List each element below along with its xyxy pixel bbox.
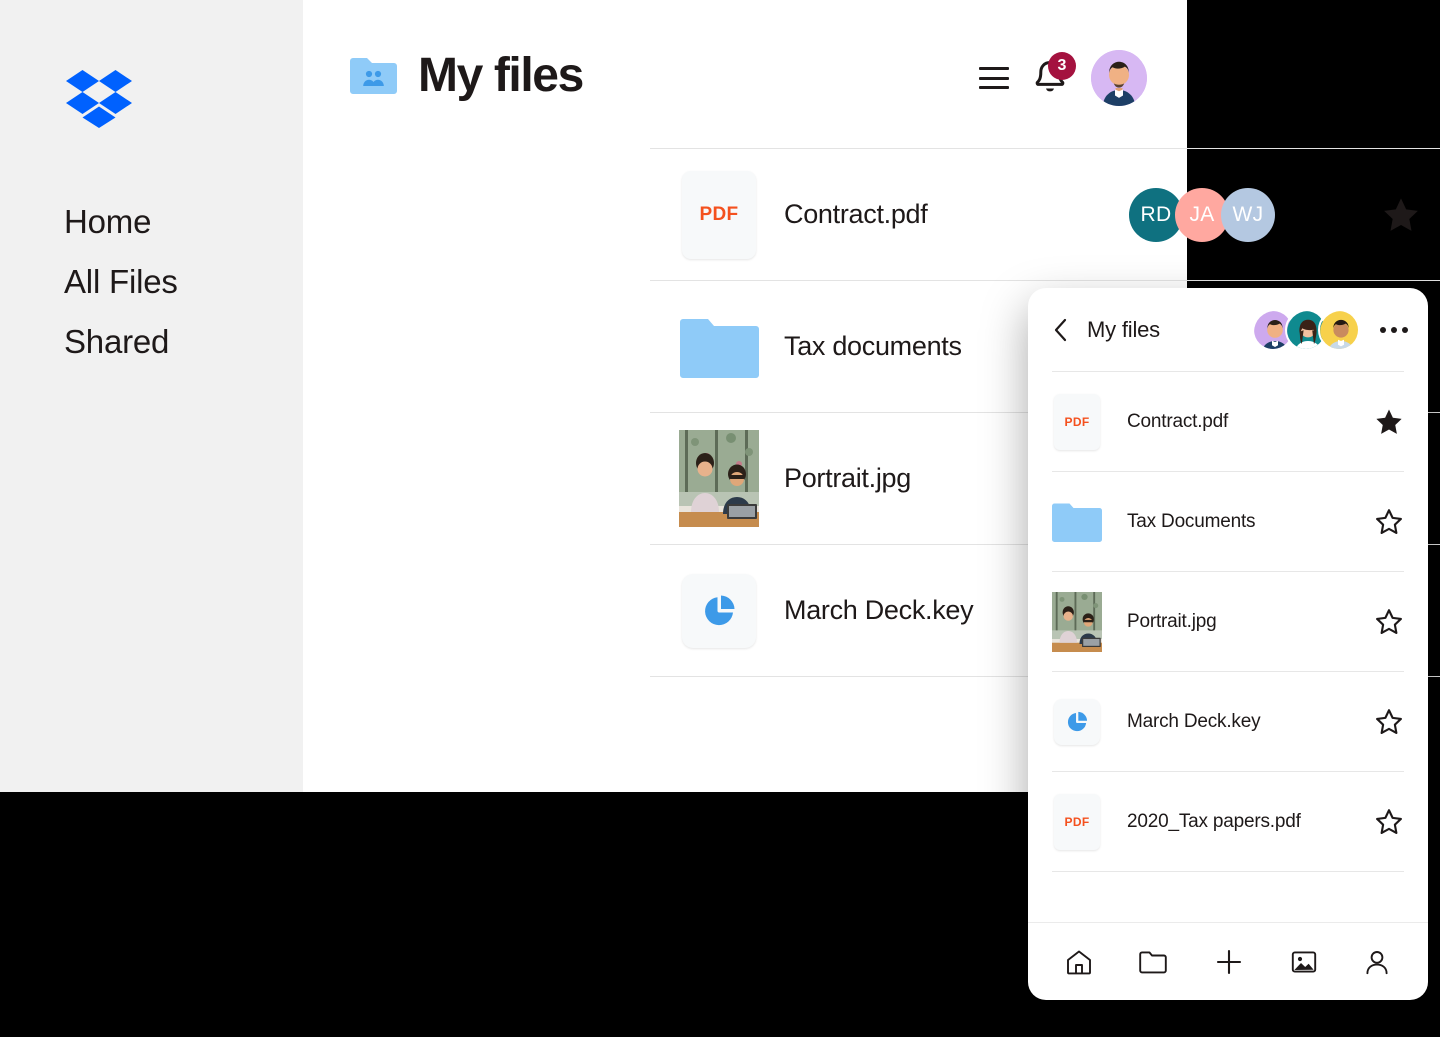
- keynote-file-icon: [682, 574, 756, 648]
- folder-icon: [1052, 502, 1102, 542]
- list-item[interactable]: March Deck.key: [1052, 671, 1404, 771]
- list-item[interactable]: Tax Documents: [1052, 471, 1404, 571]
- file-icon-slot: [679, 574, 759, 648]
- file-icon-slot: PDF: [679, 171, 759, 259]
- sidebar-item-home[interactable]: Home: [64, 192, 178, 252]
- more-options-icon[interactable]: [1380, 327, 1408, 333]
- image-thumbnail-icon: [1052, 592, 1102, 652]
- star-outline-icon[interactable]: [1374, 507, 1404, 537]
- pdf-label: PDF: [1065, 415, 1090, 429]
- file-icon-slot: [1052, 699, 1102, 745]
- list-item[interactable]: PDF Contract.pdf: [1052, 371, 1404, 471]
- keynote-file-icon: [1054, 699, 1100, 745]
- file-name: Tax Documents: [1127, 511, 1255, 533]
- pdf-file-icon: PDF: [1054, 794, 1100, 850]
- file-name: March Deck.key: [784, 595, 973, 626]
- screenshot-stage: Home All Files Shared My files: [0, 0, 1440, 1037]
- shared-folder-icon: [350, 56, 397, 94]
- sidebar: Home All Files Shared: [0, 0, 303, 792]
- avatar[interactable]: [1091, 50, 1147, 106]
- dropbox-logo-icon[interactable]: [66, 70, 132, 128]
- star-outline-icon[interactable]: [1374, 807, 1404, 837]
- file-icon-slot: [679, 316, 759, 378]
- page-header: My files 3: [350, 44, 1147, 106]
- notification-bell-icon[interactable]: 3: [1033, 60, 1067, 96]
- account-icon[interactable]: [1364, 949, 1390, 975]
- file-icon-slot: PDF: [1052, 794, 1102, 850]
- mobile-collaborator-avatars[interactable]: [1252, 309, 1360, 351]
- collaborator-avatar[interactable]: WJ: [1221, 188, 1275, 242]
- file-name: Tax documents: [784, 331, 962, 362]
- mobile-bottom-nav: [1028, 922, 1428, 1000]
- chevron-left-icon[interactable]: [1054, 318, 1068, 342]
- sidebar-item-all-files[interactable]: All Files: [64, 252, 178, 312]
- file-name: 2020_Tax papers.pdf: [1127, 811, 1301, 833]
- file-name: Portrait.jpg: [1127, 611, 1216, 633]
- notification-badge: 3: [1048, 52, 1076, 80]
- header-actions: 3: [979, 50, 1147, 106]
- pdf-label: PDF: [1065, 815, 1090, 829]
- hamburger-menu-icon[interactable]: [979, 67, 1009, 89]
- file-icon-slot: PDF: [1052, 394, 1102, 450]
- file-icon-slot: [679, 430, 759, 527]
- list-item[interactable]: Portrait.jpg: [1052, 571, 1404, 671]
- mobile-file-list: PDF Contract.pdf Tax Documents: [1028, 371, 1428, 922]
- mobile-app-card: My files: [1028, 288, 1428, 1000]
- image-thumbnail-icon: [679, 430, 759, 527]
- pdf-label: PDF: [700, 204, 739, 226]
- home-icon[interactable]: [1066, 949, 1092, 975]
- folder-icon: [680, 316, 759, 378]
- file-name: March Deck.key: [1127, 711, 1260, 733]
- desktop-app-window: Home All Files Shared My files: [0, 0, 1187, 792]
- file-icon-slot: [1052, 592, 1102, 652]
- file-name: Contract.pdf: [1127, 411, 1228, 433]
- list-item[interactable]: PDF 2020_Tax papers.pdf: [1052, 771, 1404, 871]
- plus-icon[interactable]: [1215, 948, 1243, 976]
- star-filled-icon[interactable]: [1374, 407, 1404, 437]
- sidebar-nav: Home All Files Shared: [64, 192, 178, 372]
- pdf-file-icon: PDF: [682, 171, 756, 259]
- page-title: My files: [418, 48, 583, 103]
- list-divider: [1052, 871, 1404, 872]
- sidebar-item-shared[interactable]: Shared: [64, 312, 178, 372]
- collaborator-avatars[interactable]: RD JA WJ: [1129, 188, 1275, 242]
- star-filled-icon[interactable]: [1381, 195, 1421, 235]
- table-row[interactable]: PDF Contract.pdf RD JA WJ: [650, 149, 1440, 281]
- folder-icon[interactable]: [1139, 950, 1167, 974]
- pdf-file-icon: PDF: [1054, 394, 1100, 450]
- file-name: Contract.pdf: [784, 199, 927, 230]
- mobile-header: My files: [1028, 288, 1428, 371]
- row-actions: RD JA WJ: [1129, 188, 1440, 242]
- photos-icon[interactable]: [1291, 949, 1317, 975]
- file-name: Portrait.jpg: [784, 463, 911, 494]
- mobile-page-title: My files: [1087, 317, 1160, 343]
- star-outline-icon[interactable]: [1374, 707, 1404, 737]
- star-outline-icon[interactable]: [1374, 607, 1404, 637]
- avatar[interactable]: [1318, 309, 1360, 351]
- file-icon-slot: [1052, 502, 1102, 542]
